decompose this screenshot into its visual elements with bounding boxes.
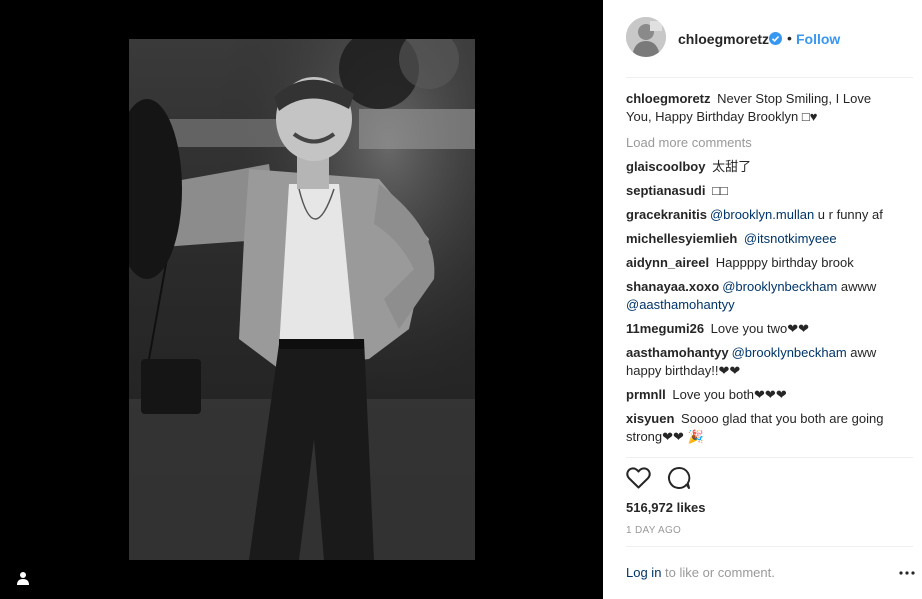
post-side-panel: chloegmoretz • Follow chloegmoretz Never…: [603, 0, 922, 599]
media-pane: [0, 0, 603, 599]
header-divider: [626, 77, 913, 78]
comment-username[interactable]: 11megumi26: [626, 321, 704, 336]
comment-text: Happppy birthday brook: [715, 255, 854, 270]
more-options-icon[interactable]: [899, 566, 915, 580]
post-timestamp[interactable]: 1 DAY AGO: [626, 525, 681, 536]
footer-divider: [626, 546, 913, 547]
heart-icon[interactable]: [626, 466, 651, 490]
action-bar: [626, 466, 706, 492]
comment-mention[interactable]: @itsnotkimyeee: [744, 231, 837, 246]
list-item: glaiscoolboy 太甜了: [626, 158, 896, 176]
caption: chloegmoretz Never Stop Smiling, I Love …: [626, 90, 896, 126]
comment-username[interactable]: xisyuen: [626, 411, 674, 426]
post-photo[interactable]: [129, 39, 475, 560]
comments-divider: [626, 457, 913, 458]
instagram-post-view: chloegmoretz • Follow chloegmoretz Never…: [0, 0, 922, 599]
caption-username[interactable]: chloegmoretz: [626, 91, 711, 106]
comment-text: Love you both❤❤❤: [672, 387, 787, 402]
comment-username[interactable]: michellesyiemlieh: [626, 231, 737, 246]
comment-username[interactable]: glaiscoolboy: [626, 159, 705, 174]
list-item: michellesyiemlieh @itsnotkimyeee: [626, 230, 896, 248]
list-item: prmnll Love you both❤❤❤: [626, 386, 896, 404]
comment-mention[interactable]: @brooklynbeckham: [722, 279, 837, 294]
dot-separator: •: [787, 30, 792, 46]
comment-text: Love you two❤❤: [710, 321, 810, 336]
comment-mention[interactable]: @aasthamohantyy: [626, 297, 735, 312]
tagged-user-icon[interactable]: [16, 571, 30, 585]
comment-username[interactable]: shanayaa.xoxo: [626, 279, 719, 294]
username-link[interactable]: chloegmoretz: [678, 31, 769, 47]
login-prompt-text: to like or comment.: [661, 565, 775, 580]
comments-list[interactable]: chloegmoretz Never Stop Smiling, I Love …: [626, 90, 896, 456]
comment-username[interactable]: septianasudi: [626, 183, 705, 198]
comment-icon[interactable]: [667, 466, 691, 490]
list-item: 11megumi26 Love you two❤❤: [626, 320, 896, 338]
list-item: shanayaa.xoxo @brooklynbeckham awww @aast…: [626, 278, 896, 314]
comment-username[interactable]: aidynn_aireel: [626, 255, 709, 270]
comment-username[interactable]: gracekranitis: [626, 207, 707, 222]
comment-username[interactable]: aasthamohantyy: [626, 345, 729, 360]
post-header: chloegmoretz • Follow: [603, 0, 922, 78]
likes-count[interactable]: 516,972 likes: [626, 500, 706, 515]
comment-text: □□: [712, 183, 728, 198]
follow-button[interactable]: Follow: [796, 31, 840, 47]
avatar[interactable]: [626, 17, 666, 57]
comment-text: awww: [837, 279, 877, 294]
load-more-comments-button[interactable]: Load more comments: [626, 134, 896, 152]
comment-mention[interactable]: @brooklynbeckham: [732, 345, 847, 360]
comment-username[interactable]: prmnll: [626, 387, 666, 402]
verified-badge-icon: [769, 32, 782, 45]
list-item: septianasudi □□: [626, 182, 896, 200]
login-prompt: Log in to like or comment.: [626, 565, 775, 580]
list-item: gracekranitis @brooklyn.mullan u r funny …: [626, 206, 896, 224]
comment-text: u r funny af: [814, 207, 883, 222]
comment-text: 太甜了: [712, 159, 752, 174]
list-item: xisyuen Soooo glad that you both are goi…: [626, 410, 896, 446]
list-item: aidynn_aireel Happppy birthday brook: [626, 254, 896, 272]
photo-illustration: [129, 39, 475, 560]
comment-mention[interactable]: @brooklyn.mullan: [710, 207, 814, 222]
list-item: aasthamohantyy @brooklynbeckham aww happy…: [626, 344, 896, 380]
login-link[interactable]: Log in: [626, 565, 661, 580]
